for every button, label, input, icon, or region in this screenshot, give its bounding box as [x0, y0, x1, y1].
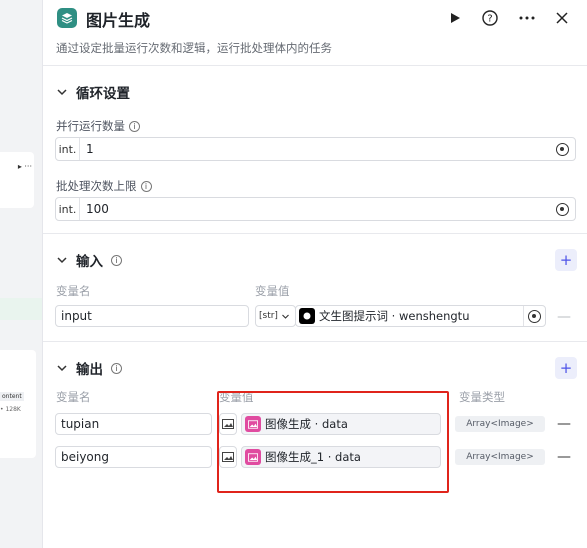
- section-title: 输入: [76, 254, 103, 270]
- remove-input-button[interactable]: —: [557, 309, 571, 325]
- more-icon: [519, 16, 535, 20]
- variable-ref-icon[interactable]: [556, 202, 569, 216]
- node-run-more-icon[interactable]: ▸ ···: [18, 162, 32, 171]
- parallel-label: 并行运行数量 i: [56, 118, 140, 134]
- add-output-button[interactable]: +: [555, 357, 577, 379]
- variable-ref-icon[interactable]: [556, 142, 569, 156]
- plus-icon: +: [559, 251, 573, 269]
- canvas-background: [0, 0, 42, 548]
- output-value-ref[interactable]: 图像生成 · data: [241, 413, 441, 435]
- llm-node-icon: [299, 308, 315, 324]
- chevron-down-icon: [282, 314, 289, 319]
- output-type-badge: Array<Image>: [455, 449, 545, 465]
- divider: [43, 341, 587, 342]
- variable-ref-button[interactable]: [523, 306, 545, 326]
- batch-node-icon: [57, 8, 77, 28]
- input-value-ref[interactable]: 文生图提示词 · wenshengtu: [295, 305, 546, 327]
- divider: [43, 233, 587, 234]
- play-icon: [451, 13, 460, 23]
- remove-output-button[interactable]: —: [557, 449, 571, 465]
- output-name-field[interactable]: beiyong: [55, 446, 212, 468]
- node-settings-panel: 图片生成 通过设定批量运行次数和逻辑，运行批处理体内的任务 ? 循环设置 并行运…: [42, 0, 587, 548]
- chevron-down-icon: [57, 89, 67, 96]
- remove-output-button[interactable]: —: [557, 416, 571, 432]
- ref-text: 文生图提示词 · wenshengtu: [319, 309, 470, 323]
- section-loop-settings[interactable]: 循环设置: [56, 82, 130, 102]
- add-input-button[interactable]: +: [555, 249, 577, 271]
- type-tag: int.: [56, 138, 80, 160]
- help-button[interactable]: ?: [480, 8, 500, 28]
- ref-text: 图像生成_1 · data: [265, 450, 361, 464]
- field-label-text: 批处理次数上限: [56, 179, 137, 193]
- type-label: [str]: [259, 311, 278, 321]
- run-button[interactable]: [445, 8, 465, 28]
- limit-label: 批处理次数上限 i: [56, 178, 152, 194]
- batch-limit-value[interactable]: 100: [80, 202, 556, 216]
- close-icon: [556, 12, 568, 24]
- highlight-annotation-box: [217, 391, 449, 493]
- canvas-node-card[interactable]: ▸ ···: [0, 152, 34, 208]
- section-input[interactable]: 输入 i: [56, 250, 122, 270]
- target-icon: [528, 309, 541, 323]
- close-button[interactable]: [552, 8, 572, 28]
- column-header-name: 变量名: [56, 390, 91, 404]
- image-node-icon: [245, 416, 261, 432]
- image-type-icon[interactable]: [219, 446, 237, 468]
- output-value-ref[interactable]: 图像生成_1 · data: [241, 446, 441, 468]
- parallel-count-field[interactable]: int. 1: [55, 137, 576, 161]
- plus-icon: +: [559, 359, 573, 377]
- info-icon[interactable]: i: [140, 180, 152, 192]
- input-name-field[interactable]: input: [55, 305, 249, 327]
- node-meta: • 128K: [0, 406, 21, 413]
- page-title[interactable]: 图片生成: [86, 7, 150, 31]
- ref-text: 图像生成 · data: [265, 417, 348, 431]
- info-icon[interactable]: i: [129, 120, 140, 132]
- column-header-value: 变量值: [255, 284, 290, 298]
- svg-text:?: ?: [487, 14, 492, 25]
- input-type-select[interactable]: [str]: [255, 305, 296, 327]
- help-icon: ?: [482, 10, 498, 26]
- output-name-field[interactable]: tupian: [55, 413, 212, 435]
- section-title: 输出: [76, 362, 103, 378]
- chevron-down-icon: [57, 257, 67, 264]
- more-button[interactable]: [517, 8, 537, 28]
- column-header-value: 变量值: [219, 390, 254, 404]
- output-type-badge: Array<Image>: [455, 416, 545, 432]
- canvas-node-card[interactable]: ontent • 128K: [0, 350, 36, 458]
- section-title: 循环设置: [76, 86, 130, 102]
- image-node-icon: [245, 449, 261, 465]
- column-header-type: 变量类型: [459, 390, 505, 404]
- node-description[interactable]: 通过设定批量运行次数和逻辑，运行批处理体内的任务: [56, 40, 332, 56]
- column-header-name: 变量名: [56, 284, 91, 298]
- canvas-strip: [0, 298, 42, 320]
- type-tag: int.: [56, 198, 80, 220]
- image-type-icon[interactable]: [219, 413, 237, 435]
- field-label-text: 并行运行数量: [56, 119, 125, 133]
- chevron-down-icon: [57, 365, 67, 372]
- parallel-count-value[interactable]: 1: [80, 142, 556, 156]
- panel-header: 图片生成 通过设定批量运行次数和逻辑，运行批处理体内的任务 ?: [43, 0, 587, 66]
- batch-limit-field[interactable]: int. 100: [55, 197, 576, 221]
- info-icon[interactable]: i: [111, 362, 122, 374]
- node-badge: ontent: [0, 392, 24, 401]
- info-icon[interactable]: i: [111, 254, 122, 266]
- section-output[interactable]: 输出 i: [56, 358, 122, 378]
